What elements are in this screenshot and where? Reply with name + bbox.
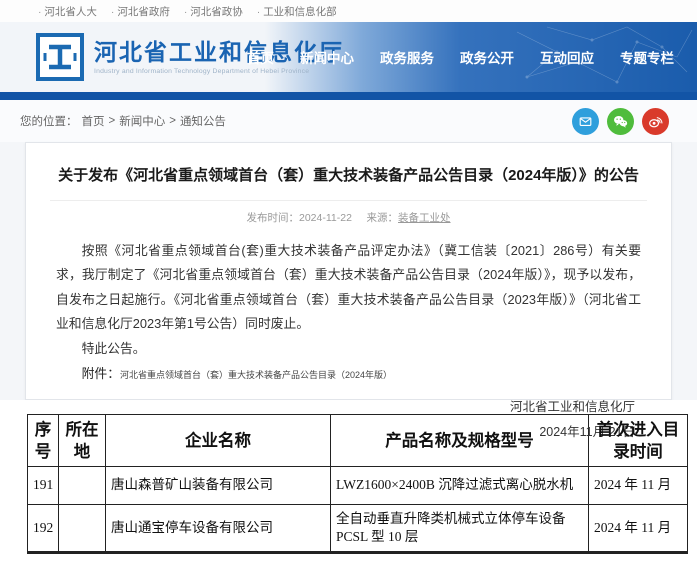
cell-location: [59, 467, 106, 505]
table-row: 192 唐山通宝停车设备有限公司 全自动垂直升降类机械式立体停车设备 PCSL …: [28, 505, 688, 553]
share-wechat-button[interactable]: [607, 108, 634, 135]
cell-location: [59, 505, 106, 553]
breadcrumb-prefix: 您的位置：: [20, 113, 78, 129]
article-title: 关于发布《河北省重点领域首台（套）重大技术装备产品公告目录（2024年版）》的公…: [56, 165, 641, 188]
top-links-bar: 河北省人大 河北省政府 河北省政协 工业和信息化部: [0, 0, 697, 22]
breadcrumb-home[interactable]: 首页: [82, 113, 105, 129]
header-first-listed-time: 首次进入目录时间: [589, 415, 688, 467]
cell-serial-number: 191: [28, 467, 59, 505]
weibo-icon: [647, 113, 664, 130]
cell-product-name: LWZ1600×2400B 沉降过滤式离心脱水机: [331, 467, 589, 505]
main-nav: 首页 新闻中心 政务服务 政务公开 互动回应 专题专栏: [234, 22, 687, 92]
top-link-miit[interactable]: 工业和信息化部: [257, 4, 337, 19]
mail-icon: [577, 113, 594, 130]
share-weibo-button[interactable]: [642, 108, 669, 135]
nav-interaction[interactable]: 互动回应: [527, 47, 607, 67]
attachment-link[interactable]: 河北省重点领域首台（套）重大技术装备产品公告目录（2024年版）: [120, 370, 392, 380]
top-link-zhengxie[interactable]: 河北省政协: [184, 4, 243, 19]
article-closing: 特此公告。: [56, 337, 641, 361]
title-divider: [50, 200, 647, 201]
cell-first-listed: 2024 年 11 月: [589, 505, 688, 553]
share-buttons: [572, 108, 669, 135]
breadcrumb-row: 您的位置： 首页 > 新闻中心 > 通知公告: [0, 100, 697, 142]
attachment-label: 附件：: [82, 366, 120, 381]
breadcrumb-separator: >: [169, 115, 176, 127]
breadcrumb-notices[interactable]: 通知公告: [180, 113, 226, 129]
source-value[interactable]: 装备工业处: [398, 212, 451, 224]
article-paragraph: 按照《河北省重点领域首台(套)重大技术装备产品评定办法》（冀工信装〔2021〕2…: [56, 239, 641, 337]
header-company-name: 企业名称: [106, 415, 331, 467]
nav-gov-disclosure[interactable]: 政务公开: [447, 47, 527, 67]
article-meta: 发布时间：2024-11-22 来源：装备工业处: [56, 210, 641, 225]
page-main: 您的位置： 首页 > 新闻中心 > 通知公告: [0, 100, 697, 554]
wechat-icon: [612, 113, 629, 130]
cell-first-listed: 2024 年 11 月: [589, 467, 688, 505]
nav-news-center[interactable]: 新闻中心: [287, 47, 367, 67]
header-serial-number: 序号: [28, 415, 59, 467]
breadcrumb: 您的位置： 首页 > 新闻中心 > 通知公告: [20, 113, 226, 129]
nav-home[interactable]: 首页: [234, 47, 287, 67]
header-location: 所在地: [59, 415, 106, 467]
publish-time-value: 2024-11-22: [299, 212, 352, 224]
cell-serial-number: 192: [28, 505, 59, 553]
table-row: 191 唐山森普矿山装备有限公司 LWZ1600×2400B 沉降过滤式离心脱水…: [28, 467, 688, 505]
attachment-line: 附件：河北省重点领域首台（套）重大技术装备产品公告目录（2024年版）: [56, 362, 641, 386]
top-link-zhengfu[interactable]: 河北省政府: [111, 4, 170, 19]
top-link-renda[interactable]: 河北省人大: [38, 4, 97, 19]
site-header: 河北省工业和信息化厅 Industry and Information Tech…: [0, 22, 697, 92]
article-body: 按照《河北省重点领域首台(套)重大技术装备产品评定办法》（冀工信装〔2021〕2…: [56, 239, 641, 337]
breadcrumb-news-center[interactable]: 新闻中心: [119, 113, 165, 129]
header-bottom-strip: [0, 92, 697, 100]
source-label: 来源：: [367, 212, 399, 224]
hebei-miit-seal-icon: [36, 33, 84, 81]
share-mail-button[interactable]: [572, 108, 599, 135]
publish-time-label: 发布时间：: [246, 212, 299, 224]
nav-special-topics[interactable]: 专题专栏: [607, 47, 687, 67]
cell-company-name: 唐山森普矿山装备有限公司: [106, 467, 331, 505]
nav-gov-services[interactable]: 政务服务: [367, 47, 447, 67]
cell-product-name: 全自动垂直升降类机械式立体停车设备 PCSL 型 10 层: [331, 505, 589, 553]
breadcrumb-separator: >: [109, 115, 116, 127]
article-card: 关于发布《河北省重点领域首台（套）重大技术装备产品公告目录（2024年版）》的公…: [25, 142, 672, 400]
cell-company-name: 唐山通宝停车设备有限公司: [106, 505, 331, 553]
